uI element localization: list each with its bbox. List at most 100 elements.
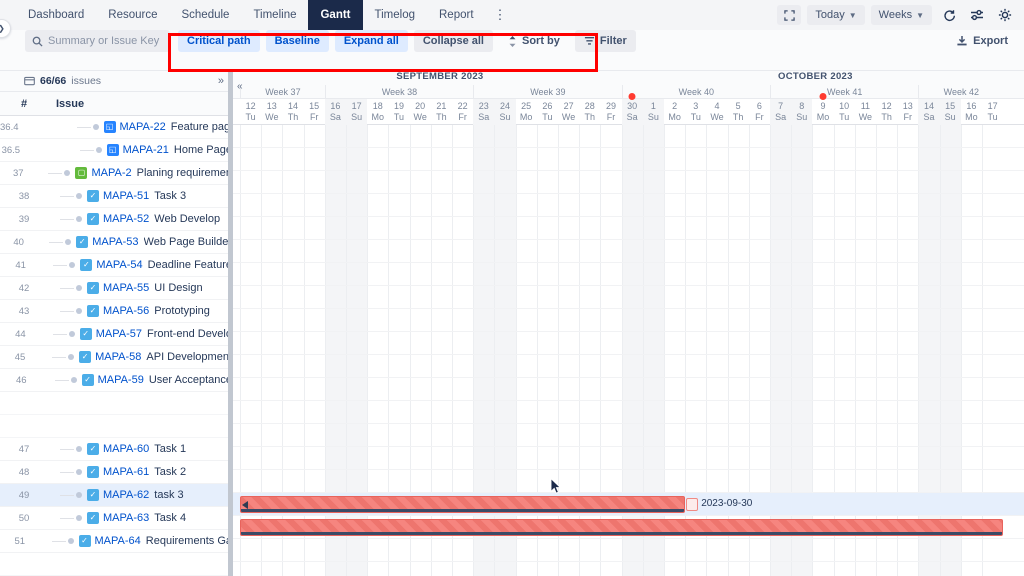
table-row[interactable]: 47 ✓ MAPA-60 Task 1: [0, 438, 232, 461]
issue-key-link[interactable]: MAPA-57: [96, 328, 142, 340]
tree-connector: [60, 287, 74, 289]
day-name: We: [561, 112, 576, 122]
day-column-header: 16 Mo: [961, 99, 982, 125]
gear-icon[interactable]: [994, 5, 1016, 25]
task-type-icon: ✓: [87, 282, 99, 294]
expand-all-button[interactable]: Expand all: [334, 30, 408, 52]
grid-horizontal-line: [233, 538, 1024, 539]
issue-key-link[interactable]: MAPA-51: [103, 190, 149, 202]
table-row[interactable]: 45 ✓ MAPA-58 API Development: [0, 346, 232, 369]
gantt-bar[interactable]: [240, 519, 1004, 536]
table-row[interactable]: 46 ✓ MAPA-59 User Acceptance: [0, 369, 232, 392]
issue-key-link[interactable]: MAPA-64: [95, 535, 141, 547]
issue-summary: Prototyping: [154, 305, 210, 317]
scroll-left-icon[interactable]: «: [237, 81, 243, 92]
issue-key-link[interactable]: MAPA-61: [103, 466, 149, 478]
issue-key-link[interactable]: MAPA-53: [92, 236, 138, 248]
grid-horizontal-line: [233, 400, 1024, 401]
download-icon: [957, 36, 967, 46]
refresh-icon[interactable]: [938, 5, 960, 25]
issue-key-link[interactable]: MAPA-62: [103, 489, 149, 501]
critical-path-button[interactable]: Critical path: [178, 30, 260, 52]
task-type-icon: ✓: [80, 259, 93, 271]
day-name: Th: [287, 112, 299, 122]
day-name: We: [265, 112, 279, 122]
tree-node-dot: [76, 308, 82, 314]
day-name: Su: [499, 112, 511, 122]
day-name: Su: [944, 112, 956, 122]
tree-node-dot: [76, 492, 82, 498]
tree-connector: [79, 149, 94, 151]
nav-tab-gantt[interactable]: Gantt: [308, 0, 363, 30]
nav-tab-resource[interactable]: Resource: [96, 0, 169, 30]
issue-key-link[interactable]: MAPA-58: [95, 351, 141, 363]
sort-by-button[interactable]: Sort by: [499, 30, 569, 52]
table-row[interactable]: 36.4 ◱ MAPA-22 Feature page: [0, 116, 232, 139]
nav-tab-timelog[interactable]: Timelog: [363, 0, 427, 30]
day-column-header: 25 Mo: [516, 99, 537, 125]
nav-tab-report[interactable]: Report: [427, 0, 486, 30]
table-row[interactable]: 51 ✓ MAPA-64 Requirements Ga: [0, 530, 232, 553]
subtask-type-icon: ◱: [106, 144, 119, 156]
day-name: Mo: [816, 112, 830, 122]
day-name: Mo: [965, 112, 978, 122]
baseline-button[interactable]: Baseline: [265, 30, 329, 52]
gantt-bar[interactable]: [240, 496, 686, 513]
tree-connector: [54, 379, 69, 381]
export-button[interactable]: Export: [950, 30, 1014, 52]
filter-button[interactable]: Filter: [574, 30, 636, 52]
search-input[interactable]: [48, 35, 163, 47]
bar-left-handle[interactable]: [242, 500, 248, 509]
table-row[interactable]: 41 ✓ MAPA-54 Deadline Feature: [0, 254, 232, 277]
day-name: Tu: [245, 112, 256, 122]
table-row[interactable]: 39 ✓ MAPA-52 Web Develop: [0, 208, 232, 231]
issue-summary: UI Design: [154, 282, 203, 294]
issue-key-link[interactable]: MAPA-59: [98, 374, 144, 386]
tree-node-dot: [65, 239, 72, 245]
issue-key-link[interactable]: MAPA-60: [103, 443, 149, 455]
table-row[interactable]: 44 ✓ MAPA-57 Front-end Develo: [0, 323, 232, 346]
search-input-wrap[interactable]: [25, 30, 170, 52]
day-column-header: 21 Th: [431, 99, 452, 125]
table-row[interactable]: 49 ✓ MAPA-62 task 3: [0, 484, 232, 507]
day-number: 14: [287, 101, 298, 111]
panel-splitter[interactable]: [228, 71, 233, 576]
expand-panel-icon[interactable]: »: [218, 75, 224, 87]
issue-key-link[interactable]: MAPA-55: [103, 282, 149, 294]
issue-key-link[interactable]: MAPA-56: [103, 305, 149, 317]
issue-key-link[interactable]: MAPA-21: [123, 144, 169, 156]
issue-key-link[interactable]: MAPA-2: [91, 167, 131, 179]
nav-tab-dashboard[interactable]: Dashboard: [16, 0, 96, 30]
table-row[interactable]: 48 ✓ MAPA-61 Task 2: [0, 461, 232, 484]
sliders-icon[interactable]: [966, 5, 988, 25]
issue-key-link[interactable]: MAPA-52: [103, 213, 149, 225]
row-number: 40: [13, 236, 24, 248]
table-row[interactable]: 43 ✓ MAPA-56 Prototyping: [0, 300, 232, 323]
issue-rows: 36.4 ◱ MAPA-22 Feature page 36.5 ◱ MAPA-21 Home…: [0, 116, 232, 576]
today-button[interactable]: Today ▼: [807, 5, 865, 25]
day-column-header: 24 Su: [494, 99, 516, 125]
day-name: Mo: [371, 112, 385, 122]
table-row[interactable]: 50 ✓ MAPA-63 Task 4: [0, 507, 232, 530]
zoom-scale-button[interactable]: Weeks ▼: [870, 5, 932, 25]
table-row[interactable]: 42 ✓ MAPA-55 UI Design: [0, 277, 232, 300]
table-row[interactable]: 40 ✓ MAPA-53 Web Page Builder: [0, 231, 232, 254]
collapse-all-button[interactable]: Collapse all: [413, 30, 493, 52]
nav-tab-schedule[interactable]: Schedule: [169, 0, 241, 30]
row-number: 47: [18, 443, 30, 455]
issue-summary: Web Page Builder: [143, 236, 232, 248]
nav-tab-timeline[interactable]: Timeline: [241, 0, 308, 30]
bar-end-drag-handle[interactable]: [686, 498, 699, 511]
issue-key-link[interactable]: MAPA-63: [103, 512, 149, 524]
day-column-header: 29 Fr: [600, 99, 621, 125]
issues-count-bar: 66/66 issues »: [0, 71, 232, 92]
table-row[interactable]: 37 ▢ MAPA-2 Planing requiremen: [0, 162, 232, 185]
fullscreen-icon[interactable]: [777, 5, 802, 25]
nav-more-icon[interactable]: ⋮: [486, 7, 515, 23]
issue-key-link[interactable]: MAPA-54: [96, 259, 142, 271]
issue-key-link[interactable]: MAPA-22: [120, 121, 166, 133]
day-column-header: 12 Tu: [240, 99, 261, 125]
nav-right-controls: Today ▼ Weeks ▼: [777, 0, 1016, 30]
table-row[interactable]: 36.5 ◱ MAPA-21 Home Page: [0, 139, 232, 162]
table-row[interactable]: 38 ✓ MAPA-51 Task 3: [0, 185, 232, 208]
